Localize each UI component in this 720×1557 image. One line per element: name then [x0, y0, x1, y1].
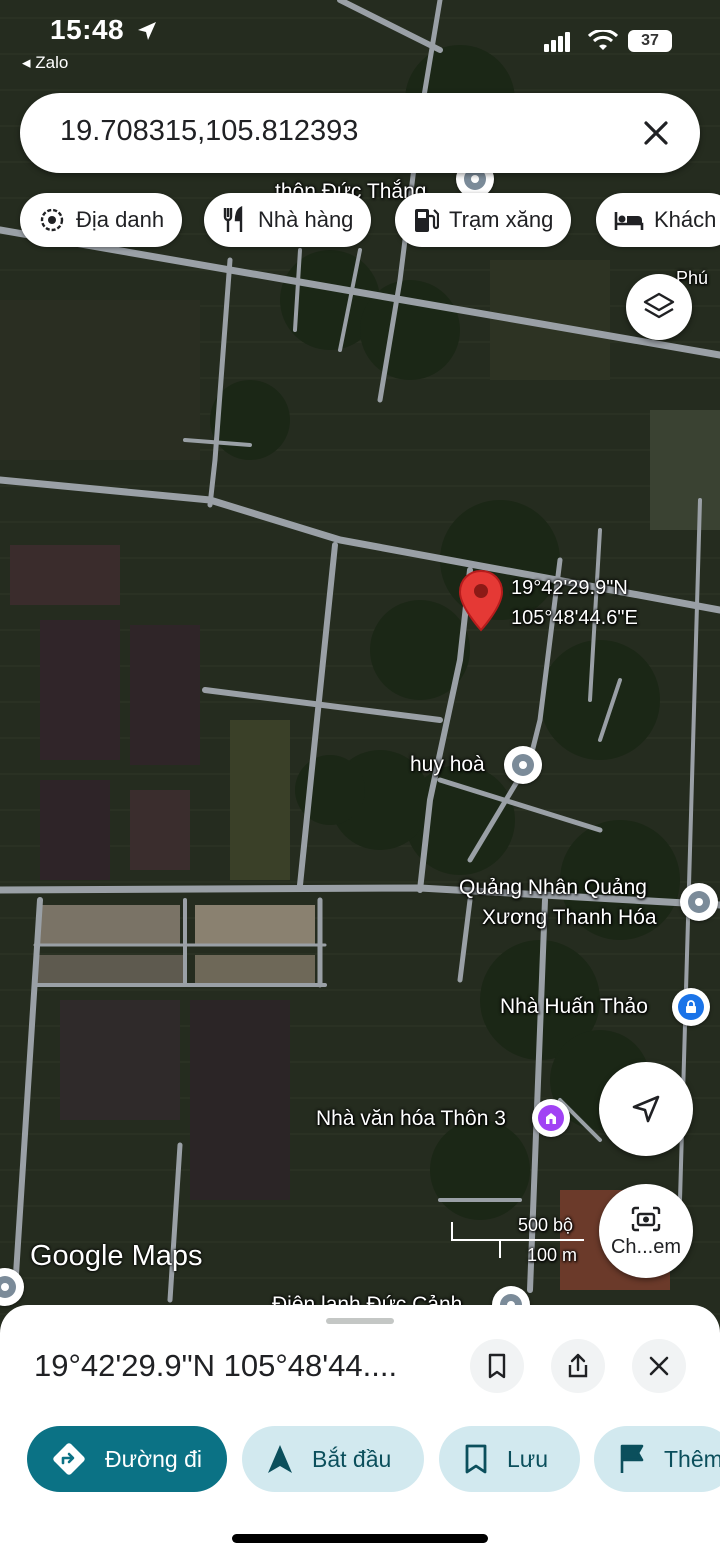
place-details-sheet[interactable]: 19°42'29.9"N 105°48'44.... Đường đi Bắt … — [0, 1305, 720, 1557]
home-indicator[interactable] — [232, 1534, 488, 1543]
layers-button[interactable] — [626, 274, 692, 340]
navigation-arrow-icon — [268, 1445, 292, 1473]
bookmark-icon — [465, 1444, 487, 1474]
directions-label: Đường đi — [105, 1445, 202, 1472]
cellular-signal-icon — [544, 32, 570, 52]
close-icon — [649, 1356, 669, 1376]
chip-restaurants[interactable]: Nhà hàng — [204, 193, 372, 247]
wifi-icon — [588, 30, 618, 50]
chip-label: Trạm xăng — [449, 207, 554, 232]
save-button[interactable]: Lưu — [439, 1426, 580, 1492]
start-button[interactable]: Bắt đầu — [242, 1426, 424, 1492]
share-icon — [568, 1353, 588, 1378]
save-label: Lưu — [507, 1445, 548, 1472]
search-bar[interactable]: 19.708315,105.812393 — [20, 93, 700, 173]
chip-landmarks[interactable]: Địa danh — [20, 193, 183, 247]
more-button[interactable]: Thêm — [594, 1426, 720, 1492]
place-label-nha-huan-thao[interactable]: Nhà Huấn Thảo — [500, 995, 648, 1019]
battery-indicator: 37 — [628, 30, 672, 52]
chip-label: Khách — [654, 207, 717, 232]
share-button[interactable] — [551, 1339, 605, 1393]
chip-gas-stations[interactable]: Trạm xăng — [395, 193, 572, 247]
my-location-button[interactable] — [599, 1062, 693, 1156]
scale-label-feet: 500 bộ — [518, 1215, 574, 1235]
place-pin-icon[interactable] — [680, 883, 718, 921]
chip-hotels[interactable]: Khách — [596, 193, 720, 247]
google-maps-logo: Google Maps — [30, 1240, 203, 1272]
camera-icon — [631, 1206, 661, 1231]
scale-label-meters: 100 m — [527, 1245, 578, 1265]
layers-icon — [643, 292, 675, 319]
flag-icon — [620, 1444, 644, 1473]
navigation-arrow-icon — [632, 1095, 660, 1123]
landmark-icon — [40, 208, 64, 232]
place-title: 19°42'29.9"N 105°48'44.... — [34, 1348, 398, 1383]
hotel-icon — [614, 212, 644, 230]
battery-level: 37 — [641, 32, 659, 49]
sheet-drag-handle[interactable] — [326, 1318, 394, 1324]
dropped-pin-icon[interactable] — [457, 569, 505, 633]
lodging-pin-icon[interactable] — [672, 988, 710, 1026]
place-label-quang-nhan-1[interactable]: Quảng Nhân Quảng — [459, 876, 647, 900]
chip-label: Nhà hàng — [258, 207, 354, 232]
pin-latitude-label: 19°42'29.9"N — [511, 577, 628, 599]
status-bar: 15:48 ◂ Zalo 37 — [0, 0, 720, 80]
camera-search-button[interactable]: Ch...em — [599, 1184, 693, 1278]
location-arrow-icon — [138, 22, 156, 40]
chip-label: Địa danh — [76, 207, 165, 232]
save-icon-button[interactable] — [470, 1339, 524, 1393]
start-label: Bắt đầu — [312, 1445, 392, 1472]
search-query[interactable]: 19.708315,105.812393 — [60, 115, 358, 148]
place-pin-icon[interactable] — [504, 746, 542, 784]
camera-search-label: Ch...em — [610, 1235, 682, 1258]
status-time: 15:48 — [50, 14, 125, 45]
close-sheet-button[interactable] — [632, 1339, 686, 1393]
place-label-quang-nhan-2[interactable]: Xương Thanh Hóa — [482, 906, 657, 930]
clear-search-icon[interactable] — [638, 115, 674, 151]
directions-button[interactable]: Đường đi — [27, 1426, 227, 1492]
bookmark-icon — [488, 1353, 506, 1379]
back-to-app-link[interactable]: ◂ Zalo — [22, 53, 68, 73]
more-label: Thêm — [664, 1445, 720, 1472]
place-label-huy-hoa[interactable]: huy hoà — [410, 753, 485, 777]
directions-icon — [53, 1443, 85, 1475]
pin-longitude-label: 105°48'44.6"E — [511, 607, 638, 629]
place-label-nha-van-hoa[interactable]: Nhà văn hóa Thôn 3 — [316, 1107, 506, 1131]
culture-pin-icon[interactable] — [532, 1099, 570, 1137]
gas-station-icon — [415, 209, 439, 232]
restaurant-icon — [223, 206, 243, 232]
